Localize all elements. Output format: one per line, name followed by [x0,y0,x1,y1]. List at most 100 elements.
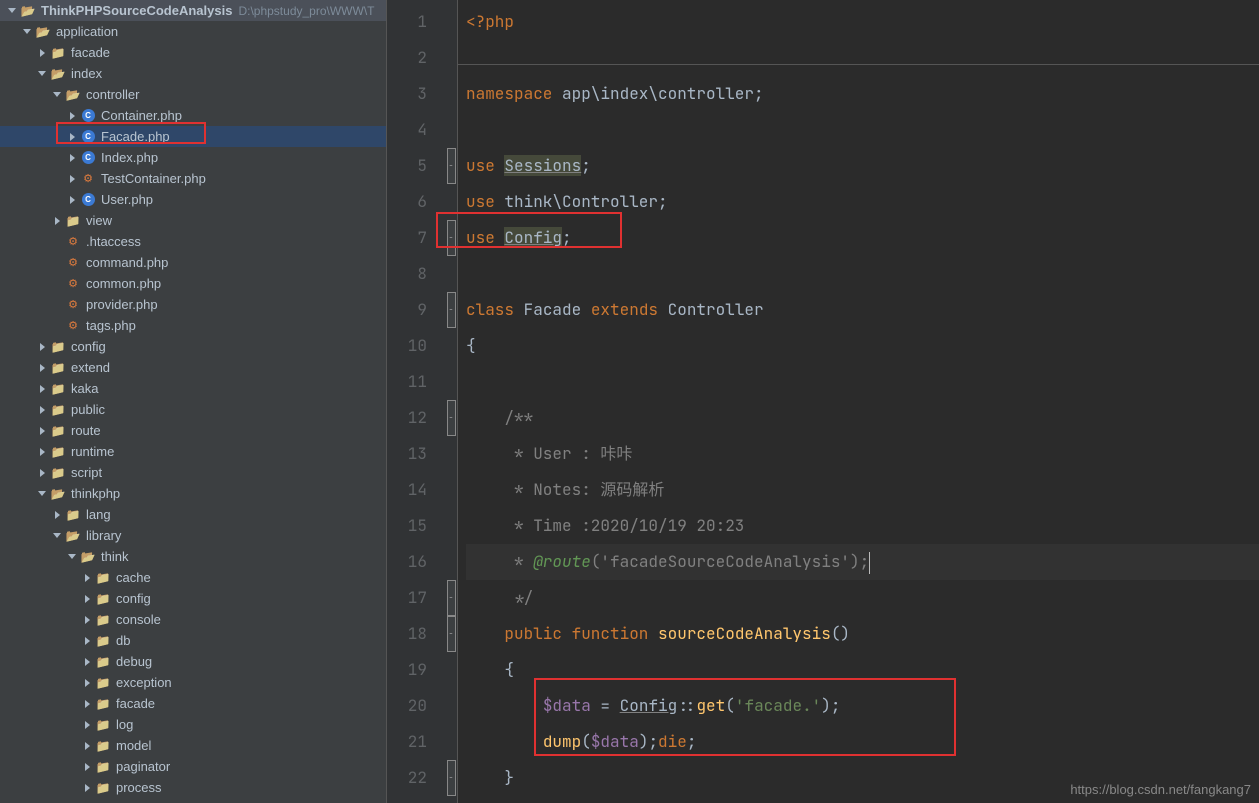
gear-icon [80,171,96,187]
tree-item-extend[interactable]: extend [0,357,386,378]
tree-item-thinkphp[interactable]: thinkphp [0,483,386,504]
chevron-right-icon[interactable] [38,406,46,414]
fold-toggle-icon[interactable]: − [447,220,456,256]
chevron-right-icon[interactable] [83,637,91,645]
code-token: ( [725,695,735,716]
tree-item-index[interactable]: index [0,63,386,84]
chevron-down-icon[interactable] [23,28,31,36]
tree-item-testcontainer-php[interactable]: TestContainer.php [0,168,386,189]
tree-item-db[interactable]: db [0,630,386,651]
tree-item-public[interactable]: public [0,399,386,420]
code-token: ); [639,731,658,752]
code-editor[interactable]: 12345678910111213141516171819202122 −−−−… [387,0,1259,803]
fold-toggle-icon[interactable]: − [447,580,456,616]
chevron-right-icon[interactable] [38,343,46,351]
chevron-right-icon[interactable] [38,49,46,57]
chevron-down-icon[interactable] [68,553,76,561]
tree-item-application[interactable]: application [0,21,386,42]
tree-item-console[interactable]: console [0,609,386,630]
tree-item-facade-php[interactable]: Facade.php [0,126,386,147]
tree-item-label: config [116,591,151,606]
tree-item-facade[interactable]: facade [0,42,386,63]
chevron-right-icon[interactable] [83,763,91,771]
chevron-down-icon[interactable] [8,7,16,15]
chevron-down-icon[interactable] [53,91,61,99]
chevron-right-icon[interactable] [83,742,91,750]
gear-icon [65,297,81,313]
tree-item-library[interactable]: library [0,525,386,546]
chevron-right-icon[interactable] [83,595,91,603]
folder-icon [50,45,66,61]
fold-toggle-icon[interactable]: − [447,760,456,796]
code-token: class [466,299,514,320]
tree-item-script[interactable]: script [0,462,386,483]
chevron-right-icon[interactable] [68,154,76,162]
tree-item-thinkphpsourcecodeanalysis[interactable]: ThinkPHPSourceCodeAnalysisD:\phpstudy_pr… [0,0,386,21]
chevron-right-icon[interactable] [68,175,76,183]
tree-item-common-php[interactable]: common.php [0,273,386,294]
tree-item-tags-php[interactable]: tags.php [0,315,386,336]
tree-item-config[interactable]: config [0,588,386,609]
fold-cell: − [445,616,457,652]
chevron-right-icon[interactable] [68,133,76,141]
tree-item-runtime[interactable]: runtime [0,441,386,462]
tree-item-command-php[interactable]: command.php [0,252,386,273]
tree-item-controller[interactable]: controller [0,84,386,105]
tree-item-process[interactable]: process [0,777,386,798]
tree-item-route[interactable]: route [0,420,386,441]
chevron-down-icon[interactable] [38,490,46,498]
chevron-right-icon[interactable] [38,469,46,477]
chevron-right-icon[interactable] [38,385,46,393]
tree-item-facade[interactable]: facade [0,693,386,714]
code-token: { [466,335,476,356]
tree-item-kaka[interactable]: kaka [0,378,386,399]
fold-toggle-icon[interactable]: − [447,616,456,652]
tree-item-view[interactable]: view [0,210,386,231]
tree-item--htaccess[interactable]: .htaccess [0,231,386,252]
tree-item-label: view [86,213,112,228]
tree-item-label: User.php [101,192,153,207]
project-tree-sidebar[interactable]: ThinkPHPSourceCodeAnalysisD:\phpstudy_pr… [0,0,387,803]
tree-item-container-php[interactable]: Container.php [0,105,386,126]
chevron-right-icon[interactable] [68,112,76,120]
chevron-right-icon[interactable] [83,679,91,687]
chevron-right-icon[interactable] [38,364,46,372]
chevron-down-icon[interactable] [38,70,46,78]
tree-item-debug[interactable]: debug [0,651,386,672]
code-comment: /** [466,407,533,428]
chevron-right-icon[interactable] [83,616,91,624]
tree-item-label: application [56,24,118,39]
chevron-right-icon[interactable] [38,427,46,435]
chevron-down-icon[interactable] [53,532,61,540]
tree-item-exception[interactable]: exception [0,672,386,693]
chevron-right-icon[interactable] [38,448,46,456]
tree-item-config[interactable]: config [0,336,386,357]
chevron-right-icon[interactable] [83,658,91,666]
chevron-right-icon[interactable] [68,196,76,204]
code-token: Config [504,227,562,248]
code-area[interactable]: <?php namespace app\index\controller; us… [458,0,1259,803]
code-annotation: @route [533,551,591,572]
chevron-right-icon[interactable] [53,511,61,519]
tree-item-log[interactable]: log [0,714,386,735]
tree-item-lang[interactable]: lang [0,504,386,525]
line-number: 11 [387,364,445,400]
fold-toggle-icon[interactable]: − [447,292,456,328]
tree-item-paginator[interactable]: paginator [0,756,386,777]
tree-item-index-php[interactable]: Index.php [0,147,386,168]
php-class-icon [80,150,96,166]
chevron-right-icon[interactable] [83,784,91,792]
tree-item-think[interactable]: think [0,546,386,567]
fold-toggle-icon[interactable]: − [447,148,456,184]
code-token: use [466,155,504,176]
tree-item-cache[interactable]: cache [0,567,386,588]
chevron-right-icon[interactable] [53,217,61,225]
fold-toggle-icon[interactable]: − [447,400,456,436]
gear-icon [65,318,81,334]
tree-item-provider-php[interactable]: provider.php [0,294,386,315]
chevron-right-icon[interactable] [83,721,91,729]
chevron-right-icon[interactable] [83,700,91,708]
chevron-right-icon[interactable] [83,574,91,582]
tree-item-user-php[interactable]: User.php [0,189,386,210]
tree-item-model[interactable]: model [0,735,386,756]
